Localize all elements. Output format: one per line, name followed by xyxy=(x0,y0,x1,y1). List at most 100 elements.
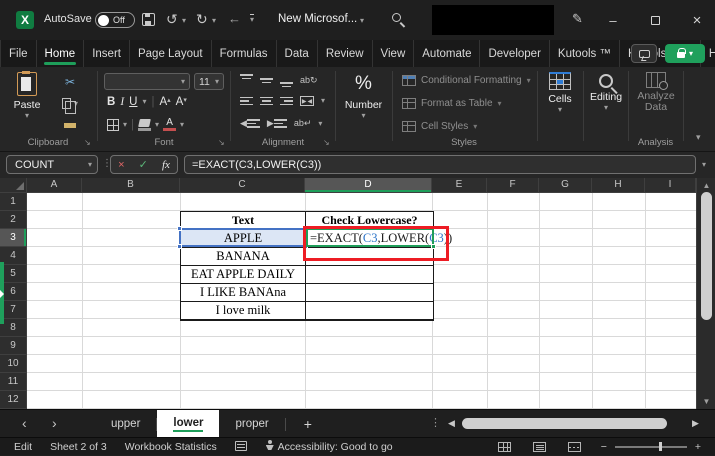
alignment-dialog-launcher[interactable]: ↘ xyxy=(323,138,330,147)
column-header-a[interactable]: A xyxy=(27,178,82,193)
hscroll-left-icon[interactable]: ◀ xyxy=(448,418,455,429)
font-color-chevron-icon[interactable]: ▾ xyxy=(180,120,184,129)
select-all-corner[interactable] xyxy=(0,178,27,193)
cut-button[interactable]: ✂ xyxy=(50,72,90,91)
tab-review[interactable]: Review xyxy=(318,40,373,67)
row-header-2[interactable]: 2 xyxy=(0,211,27,229)
column-header-f[interactable]: F xyxy=(487,178,539,193)
tab-file[interactable]: File xyxy=(0,40,37,67)
sheet-tab-lower[interactable]: lower xyxy=(157,410,220,438)
page-layout-view-icon[interactable] xyxy=(532,442,546,452)
font-size-combo[interactable]: 11 ▾ xyxy=(194,73,224,90)
column-header-g[interactable]: G xyxy=(539,178,592,193)
tab-automate[interactable]: Automate xyxy=(414,40,481,67)
row-header-8[interactable]: 8 xyxy=(0,319,27,337)
cell-d5[interactable] xyxy=(306,266,433,284)
merge-center-button[interactable]: ▶ ◀ xyxy=(300,96,314,106)
clipboard-dialog-launcher[interactable]: ↘ xyxy=(84,138,91,147)
name-box[interactable]: COUNT ▾ xyxy=(6,155,98,174)
row-header-11[interactable]: 11 xyxy=(0,373,27,391)
tab-insert[interactable]: Insert xyxy=(84,40,130,67)
tab-formulas[interactable]: Formulas xyxy=(212,40,277,67)
row-header-6[interactable]: 6 xyxy=(0,283,27,301)
orientation-button[interactable]: ab↻ xyxy=(300,75,318,86)
merge-chevron-icon[interactable]: ▾ xyxy=(321,97,325,105)
redo-icon[interactable]: ↻ xyxy=(196,12,208,26)
minimize-button[interactable]: – xyxy=(598,8,628,32)
horizontal-scroll-thumb[interactable] xyxy=(462,418,667,429)
number-format-button[interactable]: % Number ▾ xyxy=(337,72,390,120)
fill-color-chevron-icon[interactable]: ▾ xyxy=(155,120,159,129)
horizontal-scrollbar[interactable] xyxy=(460,418,688,429)
tab-data[interactable]: Data xyxy=(277,40,318,67)
accessibility-status[interactable]: Accessibility: Good to go xyxy=(278,441,393,453)
tab-page-layout[interactable]: Page Layout xyxy=(130,40,212,67)
document-title[interactable]: New Microsof... xyxy=(278,13,357,25)
cell-c7[interactable]: I love milk xyxy=(181,302,306,320)
share-button[interactable]: ▾ xyxy=(665,44,705,63)
enter-icon[interactable]: ✓ xyxy=(139,158,148,171)
align-top-button[interactable] xyxy=(240,74,253,87)
scroll-up-icon[interactable]: ▲ xyxy=(697,181,715,190)
wrap-text-button[interactable]: ab↵ xyxy=(294,118,312,129)
underline-chevron-icon[interactable]: ▾ xyxy=(142,98,146,106)
add-sheet-button[interactable]: + xyxy=(286,410,330,438)
cell-d7[interactable] xyxy=(306,302,433,320)
cell-c5[interactable]: EAT APPLE DAILY xyxy=(181,266,306,284)
column-header-b[interactable]: B xyxy=(82,178,180,193)
paste-button[interactable]: Paste ▾ xyxy=(8,71,46,120)
row-header-3[interactable]: 3 xyxy=(0,229,27,247)
redo-chevron-icon[interactable]: ▾ xyxy=(212,17,216,25)
shrink-font-button[interactable]: A▾ xyxy=(176,96,187,108)
conditional-formatting-button[interactable]: Conditional Formatting ▾ xyxy=(402,75,531,86)
font-name-combo[interactable]: ▾ xyxy=(104,73,190,90)
tab-kutools[interactable]: Kutools ™ xyxy=(550,40,620,67)
vertical-scrollbar[interactable]: ▲ ▼ xyxy=(696,178,715,409)
column-header-h[interactable]: H xyxy=(592,178,645,193)
wrap-chevron-icon[interactable]: ▾ xyxy=(318,119,322,128)
grow-font-button[interactable]: A▴ xyxy=(159,96,170,108)
borders-button[interactable] xyxy=(107,118,119,131)
row-header-12[interactable]: 12 xyxy=(0,391,27,409)
row-header-9[interactable]: 9 xyxy=(0,337,27,355)
autosave-toggle[interactable]: Off xyxy=(95,12,135,28)
zoom-out-button[interactable]: − xyxy=(601,441,607,453)
cancel-icon[interactable]: × xyxy=(118,159,124,171)
column-header-d[interactable]: D xyxy=(305,178,432,193)
align-middle-button[interactable] xyxy=(260,74,273,87)
search-icon[interactable] xyxy=(392,13,401,22)
align-bottom-button[interactable] xyxy=(280,74,293,87)
editing-button[interactable]: Editing ▾ xyxy=(585,72,627,112)
increase-indent-button[interactable]: ▶ xyxy=(267,118,287,129)
sheet-tab-options-icon[interactable]: ⋮ xyxy=(430,416,441,430)
maximize-button[interactable] xyxy=(640,8,670,32)
cell-c4[interactable]: BANANA xyxy=(181,248,306,266)
tab-home[interactable]: Home xyxy=(37,40,85,67)
align-right-button[interactable] xyxy=(280,96,293,106)
qat-overflow-icon[interactable]: ▾ xyxy=(250,14,255,24)
align-left-button[interactable] xyxy=(240,96,253,106)
row-header-10[interactable]: 10 xyxy=(0,355,27,373)
title-chevron-icon[interactable]: ▾ xyxy=(360,17,364,25)
italic-button[interactable]: I xyxy=(120,96,124,108)
collapse-ribbon-icon[interactable]: ▾ xyxy=(696,133,701,142)
cell-c6[interactable]: I LIKE BANAna xyxy=(181,284,306,302)
analyze-data-button[interactable]: Analyze Data xyxy=(630,72,682,113)
fill-color-button[interactable] xyxy=(138,118,152,131)
sheet-tab-upper[interactable]: upper xyxy=(95,410,156,438)
vertical-scroll-thumb[interactable] xyxy=(701,192,712,320)
workbook-statistics-button[interactable]: Workbook Statistics xyxy=(125,441,217,453)
row-header-1[interactable]: 1 xyxy=(0,193,27,211)
comments-button[interactable] xyxy=(631,44,657,63)
undo-icon[interactable]: ↺ xyxy=(166,12,178,26)
align-center-button[interactable] xyxy=(260,96,273,106)
insert-function-icon[interactable]: fx xyxy=(162,159,170,171)
zoom-slider[interactable] xyxy=(614,442,687,452)
bold-button[interactable]: B xyxy=(107,96,115,108)
cell-styles-button[interactable]: Cell Styles ▾ xyxy=(402,121,477,132)
sheet-tab-proper[interactable]: proper xyxy=(219,410,284,438)
copy-button[interactable]: ▾ xyxy=(50,94,90,114)
normal-view-icon[interactable] xyxy=(497,442,511,452)
back-arrow-icon[interactable]: ← xyxy=(228,12,241,26)
zoom-slider-thumb[interactable] xyxy=(658,442,662,452)
